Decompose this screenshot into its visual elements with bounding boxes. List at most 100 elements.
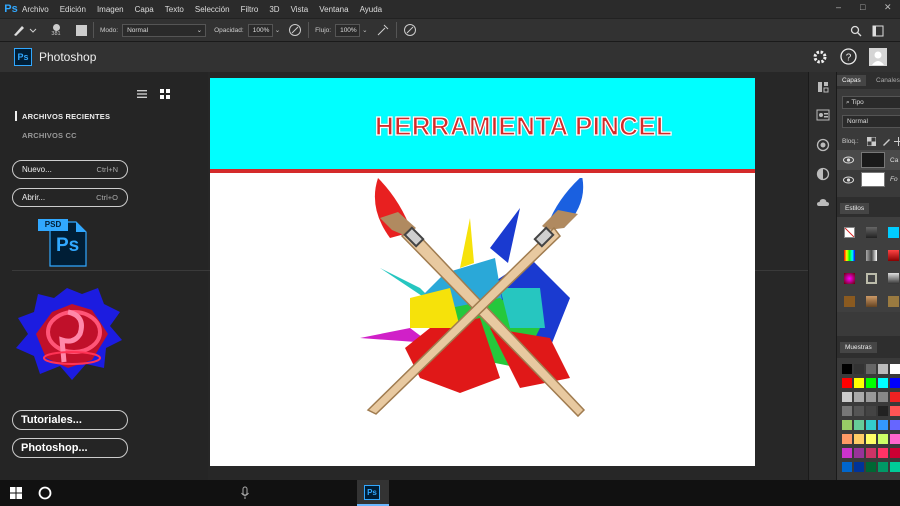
cc-files-link[interactable]: ARCHIVOS CC (22, 131, 77, 140)
style-swatch[interactable] (844, 273, 855, 284)
tab-channels[interactable]: Canales (871, 75, 900, 86)
style-swatch[interactable] (866, 250, 877, 261)
background-thumbnail (861, 172, 885, 187)
user-avatar-icon[interactable] (869, 48, 887, 66)
right-panels: Capas Canales ⌕ Tipo Normal Bloq.: Ca Fo… (836, 72, 900, 480)
layer-filter-value: Tipo (851, 99, 864, 106)
close-icon[interactable]: ✕ (884, 2, 892, 13)
libraries-panel-icon[interactable] (816, 138, 830, 152)
blend-mode-select[interactable]: Normal (842, 115, 900, 128)
style-swatch[interactable] (866, 227, 877, 238)
style-swatch[interactable] (844, 250, 855, 261)
taskbar-photoshop-app[interactable]: Ps (357, 480, 389, 506)
properties-panel-icon[interactable] (816, 108, 830, 122)
ps-badge-icon: Ps (14, 48, 32, 66)
maximize-icon[interactable]: □ (860, 2, 865, 12)
menu-seleccion[interactable]: Selección (195, 5, 230, 14)
psd-label: PSD (38, 219, 68, 231)
flow-value: 100% (340, 26, 357, 34)
layer-name[interactable]: Ca (890, 157, 898, 164)
style-swatch[interactable] (844, 227, 855, 238)
recent-files-link[interactable]: ARCHIVOS RECIENTES (22, 112, 110, 121)
active-indicator (15, 111, 17, 121)
opacity-dropdown-icon[interactable]: ⌄ (275, 26, 280, 34)
background-layer-name[interactable]: Fo (890, 176, 898, 183)
lock-position-icon[interactable] (894, 137, 900, 146)
windows-taskbar: Ps (0, 480, 900, 506)
brush-panel-toggle-icon[interactable] (76, 24, 87, 36)
cc-cloud-icon[interactable] (816, 196, 830, 210)
style-swatch[interactable] (888, 227, 899, 238)
menu-imagen[interactable]: Imagen (97, 5, 124, 14)
history-panel-icon[interactable] (816, 80, 830, 94)
open-button[interactable]: Abrir... Ctrl+O (12, 188, 128, 207)
banner-title: HERRAMIENTA PINCEL (374, 110, 673, 141)
opacity-value: 100% (252, 26, 270, 34)
search-icon[interactable] (850, 25, 862, 37)
brush-tool-icon[interactable] (8, 22, 38, 38)
menu-vista[interactable]: Vista (291, 5, 309, 14)
mode-value: Normal (127, 26, 149, 34)
eye-icon[interactable] (843, 176, 854, 184)
style-swatch[interactable] (866, 273, 877, 284)
psd-file-thumbnail[interactable]: PSD Ps (38, 216, 90, 268)
brush-preset-picker[interactable]: 381 (44, 23, 68, 37)
airbrush-icon[interactable] (376, 23, 390, 37)
flow-input[interactable]: 100% (335, 23, 361, 37)
pressure-size-icon[interactable] (403, 23, 417, 37)
help-icon[interactable]: ? (840, 48, 857, 65)
lock-pixels-icon[interactable] (882, 137, 891, 146)
home-header: Ps Photoshop ? (0, 42, 900, 72)
menu-texto[interactable]: Texto (165, 5, 184, 14)
separator (93, 22, 94, 38)
workspace-icon[interactable] (872, 25, 884, 37)
color-swatches[interactable] (837, 358, 900, 480)
svg-text:?: ? (846, 53, 852, 64)
opacity-input[interactable]: 100% (247, 23, 273, 37)
brush-dot-icon (52, 23, 60, 31)
start-sidebar: ARCHIVOS RECIENTES ARCHIVOS CC Nuevo... … (0, 72, 208, 480)
menu-ayuda[interactable]: Ayuda (360, 5, 383, 14)
mode-select[interactable]: Normal ⌄ (122, 23, 207, 37)
gear-icon[interactable] (812, 49, 828, 65)
document-canvas[interactable]: HERRAMIENTA PINCEL (210, 78, 755, 466)
banner-stripe (210, 169, 755, 173)
eye-icon[interactable] (843, 156, 854, 164)
tab-layers[interactable]: Capas (837, 75, 866, 86)
new-button[interactable]: Nuevo... Ctrl+N (12, 160, 128, 179)
style-swatch[interactable] (866, 296, 877, 307)
flow-dropdown-icon[interactable]: ⌄ (362, 26, 367, 34)
menu-3d[interactable]: 3D (269, 5, 279, 14)
style-swatch[interactable] (888, 296, 899, 307)
grid-view-icon[interactable] (160, 89, 170, 99)
cortana-icon[interactable] (38, 486, 52, 500)
menu-capa[interactable]: Capa (135, 5, 154, 14)
minimize-icon[interactable]: – (836, 2, 841, 12)
mode-label: Modo: (100, 26, 119, 34)
photoshop-button[interactable]: Photoshop... (12, 438, 128, 458)
open-shortcut: Ctrl+O (96, 193, 118, 202)
layer-filter-field[interactable]: ⌕ Tipo (842, 96, 900, 109)
layer-thumbnail (861, 152, 885, 168)
menu-filtro[interactable]: Filtro (241, 5, 259, 14)
tab-styles[interactable]: Estilos (840, 203, 870, 214)
pressure-opacity-icon[interactable] (288, 23, 302, 37)
menu-bar: Ps Archivo Edición Imagen Capa Texto Sel… (0, 0, 900, 18)
style-swatch[interactable] (888, 250, 899, 261)
windows-start-icon[interactable] (10, 487, 22, 499)
menu-ventana[interactable]: Ventana (319, 5, 348, 14)
blend-mode-value: Normal (847, 118, 868, 125)
menu-archivo[interactable]: Archivo (22, 5, 49, 14)
menu-edicion[interactable]: Edición (60, 5, 86, 14)
microphone-icon[interactable] (240, 486, 250, 500)
open-button-label: Abrir... (22, 193, 46, 202)
list-view-icon[interactable] (137, 89, 147, 99)
adjustments-panel-icon[interactable] (816, 167, 830, 181)
lock-transparency-icon[interactable] (867, 137, 876, 146)
style-swatch[interactable] (844, 296, 855, 307)
style-swatch[interactable] (888, 273, 899, 284)
new-shortcut: Ctrl+N (96, 165, 118, 174)
tab-swatches[interactable]: Muestras (840, 342, 877, 353)
styles-panel (837, 217, 900, 312)
tutorials-button[interactable]: Tutoriales... (12, 410, 128, 430)
